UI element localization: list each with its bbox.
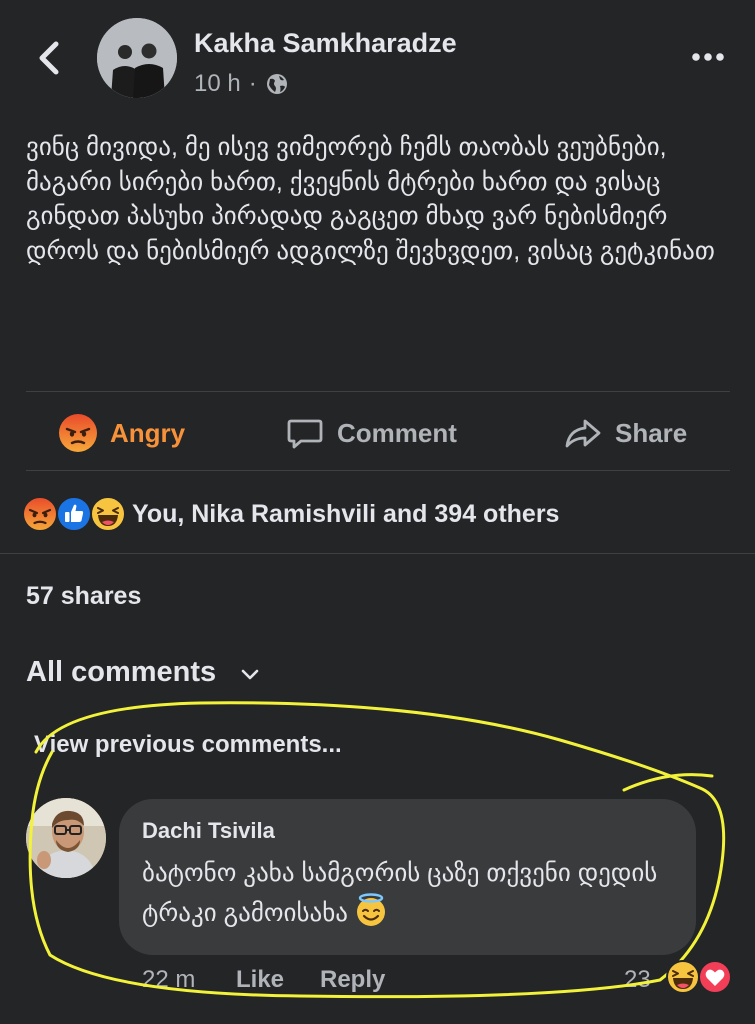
chevron-down-icon [238,661,262,685]
angry-icon [22,496,58,532]
comment-like-button[interactable]: Like [236,966,284,994]
comment-reaction-icons[interactable] [666,960,736,996]
comment-label: Comment [337,417,457,448]
angry-reaction-button[interactable]: Angry [58,408,185,458]
author-avatar[interactable] [97,18,177,98]
angry-icon [58,413,98,453]
shares-count[interactable]: 57 shares [26,582,141,611]
more-horizontal-icon [692,53,724,61]
divider [0,553,755,554]
comments-filter-label: All comments [26,656,217,688]
divider [26,391,730,392]
share-button[interactable]: Share [563,408,687,458]
comments-filter-dropdown[interactable]: All comments [26,656,262,689]
post-meta: 10 h · [194,70,289,98]
love-icon [698,960,732,994]
share-label: Share [615,417,688,448]
share-icon [563,413,603,453]
like-icon [56,496,92,532]
reaction-icons [22,496,128,532]
chevron-left-icon [39,41,59,75]
comment-reply-button[interactable]: Reply [320,966,385,994]
comment-text-content: ბატონო კახა სამგორის ცაზე თქვენი დედის ტ… [142,859,658,927]
reactions-text[interactable]: You, Nika Ramishvili and 394 others [132,500,559,529]
comment-button[interactable]: Comment [285,408,457,458]
post-text: ვინც მივიდა, მე ისევ ვიმეორებ ჩემს თაობა… [26,133,715,265]
haha-icon [666,960,700,994]
post-time[interactable]: 10 h [194,70,241,98]
commenter-name[interactable]: Dachi Tsivila [142,818,275,844]
commenter-avatar[interactable] [26,798,106,878]
comment-text: ბატონო კახა სამგორის ცაზე თქვენი დედის ტ… [142,853,687,933]
more-options-button[interactable] [688,42,728,72]
comment-icon [285,413,325,453]
reactions-summary[interactable]: You, Nika Ramishvili and 394 others [22,494,559,534]
comment-reaction-count[interactable]: 23 [624,966,651,994]
avatar-photo [97,18,177,98]
view-previous-comments-link[interactable]: View previous comments... [34,731,342,759]
globe-icon [265,72,289,96]
angry-label: Angry [110,417,186,448]
author-name[interactable]: Kakha Samkharadze [194,28,457,59]
divider [26,470,730,471]
meta-separator: · [248,70,257,97]
smiling-face-with-halo-icon [354,893,388,927]
back-button[interactable] [30,36,70,80]
haha-icon [90,496,126,532]
comment-time[interactable]: 22 m [142,966,195,994]
avatar-photo [26,798,106,878]
post-header: Kakha Samkharadze 10 h · [0,0,755,120]
